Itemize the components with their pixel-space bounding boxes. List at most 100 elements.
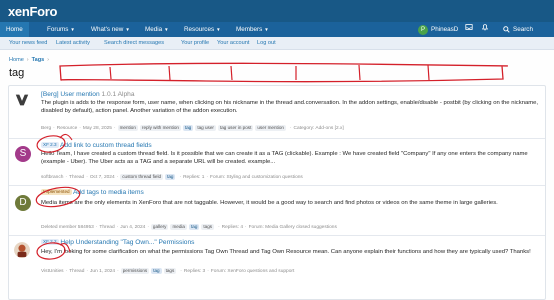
nav-media-label: Media	[145, 26, 163, 33]
result-forum[interactable]: Forum: Styling and customization questio…	[210, 175, 303, 180]
chevron-right-icon: ›	[26, 57, 29, 63]
site-header: xenForo	[0, 0, 554, 22]
nav-media[interactable]: Media ▼	[145, 22, 169, 37]
result-meta: Berg · Resource · May 28, 2025 · mention re…	[41, 125, 344, 131]
result-title-text[interactable]: Add link to custom thread fields	[60, 142, 152, 149]
result-title[interactable]: XF 2.2 Help Understanding "Tag Own..." P…	[41, 239, 194, 246]
result-meta: Deleted member 584953 · Thread · Jun 4, 20…	[41, 224, 337, 230]
tag-chip[interactable]: tags	[163, 268, 177, 274]
result-title[interactable]: [Berg] User mention 1.0.1 Alpha	[41, 91, 134, 98]
result-meta: softbranch · Thread · Oct 7, 2024 · custom …	[41, 174, 303, 180]
nav-whats-new[interactable]: What's new ▼	[91, 22, 130, 37]
post-date: Jun 1, 2024	[90, 268, 116, 274]
subnav-your-account[interactable]: Your account	[217, 37, 249, 50]
avatar[interactable]	[14, 242, 30, 258]
logo-text-main: xenF	[8, 4, 38, 19]
page-title: tag	[9, 67, 25, 79]
result-title[interactable]: XF 2.3 Add link to custom thread fields	[41, 142, 152, 149]
nav-members[interactable]: Members ▼	[236, 22, 269, 37]
nav-members-label: Members	[236, 26, 263, 33]
author-link[interactable]: Berg	[41, 126, 51, 131]
breadcrumb-home[interactable]: Home	[9, 57, 24, 63]
reply-count: Replies: 3	[183, 268, 206, 274]
content-type: Thread	[99, 224, 115, 230]
tag-chip[interactable]: reply with mention	[139, 125, 181, 131]
main-nav: Home Forums ▼ What's new ▼ Media ▼ Resource…	[0, 22, 554, 37]
post-date: Jun 4, 2024	[120, 224, 146, 230]
result-row: XF 2.2 Help Understanding "Tag Own..." P…	[9, 236, 545, 300]
search-icon	[503, 26, 510, 33]
bell-icon[interactable]	[481, 22, 489, 37]
result-title[interactable]: Implemented Add tags to media items	[41, 189, 144, 196]
nav-home[interactable]: Home	[0, 22, 29, 37]
annotation-box	[59, 62, 508, 83]
inbox-icon[interactable]	[465, 22, 473, 37]
result-row: D Implemented Add tags to media items Me…	[9, 186, 545, 236]
result-forum[interactable]: Forum: Media Gallery closed suggestions	[249, 225, 337, 230]
result-row: S XF 2.3 Add link to custom thread field…	[9, 139, 545, 186]
result-title-text[interactable]: Help Understanding "Tag Own..." Permissi…	[60, 239, 194, 246]
author-link[interactable]: Deleted member 584953	[41, 225, 94, 230]
tag-chip[interactable]: tag	[151, 268, 162, 274]
caret-down-icon: ▼	[164, 27, 169, 32]
content-type: Resource	[56, 125, 78, 131]
result-category[interactable]: Category: Add-ons [2.x]	[294, 126, 344, 131]
tag-chip[interactable]: user mention	[255, 125, 286, 131]
tag-chip[interactable]: gallery	[150, 224, 169, 230]
content-type: Thread	[69, 174, 85, 180]
avatar: P	[418, 24, 428, 35]
user-name: PhineasD	[431, 26, 459, 33]
tag-chip[interactable]: tag user	[195, 125, 216, 131]
site-logo[interactable]: xenForo	[8, 4, 58, 19]
content-type: Thread	[69, 268, 85, 274]
chevron-right-icon: ›	[47, 57, 49, 63]
tag-chip[interactable]: tag	[165, 174, 176, 180]
breadcrumb-tags[interactable]: Tags	[32, 57, 45, 63]
result-title-text[interactable]: Add tags to media items	[73, 189, 144, 196]
post-date: May 28, 2025	[82, 125, 112, 131]
tag-chip[interactable]: custom thread field	[120, 174, 164, 180]
search-label: Search	[513, 26, 533, 33]
result-title-text[interactable]: [Berg] User mention	[41, 91, 100, 98]
result-snippet: Media items are the only elements in Xen…	[41, 200, 498, 206]
tag-chip[interactable]: media	[170, 224, 187, 230]
subnav-latest-activity[interactable]: Latest activity	[56, 37, 90, 50]
nav-forums-label: Forums	[47, 26, 69, 33]
result-snippet: Hello Team, I have created a custom thre…	[41, 151, 528, 165]
subnav-log-out[interactable]: Log out	[257, 37, 276, 50]
avatar[interactable]: D	[15, 195, 31, 211]
breadcrumb: Home › Tags ›	[9, 57, 52, 63]
subnav-your-profile[interactable]: Your profile	[181, 37, 209, 50]
tag-chip[interactable]: tag	[188, 224, 200, 230]
subnav-search-dms[interactable]: Search direct messages	[104, 37, 164, 50]
result-forum[interactable]: Forum: XenForo questions and support	[211, 269, 294, 274]
tag-chip[interactable]: tag user in post	[217, 125, 254, 131]
search-button[interactable]: Search	[503, 22, 533, 37]
reply-count: Replies: 4	[221, 224, 244, 230]
resource-icon	[15, 94, 29, 106]
nav-forums[interactable]: Forums ▼	[47, 22, 75, 37]
result-snippet: Hey, I'm looking for some clarification …	[41, 249, 531, 255]
user-menu[interactable]: P PhineasD	[418, 24, 458, 35]
nav-resources-label: Resources	[184, 26, 215, 33]
result-row: [Berg] User mention 1.0.1 Alpha The plug…	[9, 86, 545, 139]
nav-whats-new-label: What's new	[91, 26, 124, 33]
tag-chip[interactable]: tag	[182, 125, 194, 131]
tag-chip[interactable]: mention	[117, 125, 138, 131]
tag-chip[interactable]: tags	[201, 224, 215, 230]
logo-text-rest: oro	[37, 4, 58, 19]
avatar[interactable]: S	[15, 146, 31, 162]
result-version: 1.0.1 Alpha	[101, 91, 135, 98]
subnav-news-feed[interactable]: Your news feed	[9, 37, 47, 50]
caret-down-icon: ▼	[216, 27, 221, 32]
sub-nav: Your news feed Latest activity Search di…	[0, 37, 554, 50]
reply-count: Replies: 1	[183, 174, 205, 180]
author-link[interactable]: softbranch	[41, 175, 63, 180]
author-link[interactable]: VistUnities	[41, 269, 64, 274]
thread-prefix: Implemented	[41, 189, 72, 195]
tag-chip[interactable]: permissions	[120, 268, 150, 274]
thread-prefix: XF 2.3	[41, 142, 59, 148]
thread-prefix: XF 2.2	[41, 239, 59, 245]
nav-resources[interactable]: Resources ▼	[184, 22, 221, 37]
post-date: Oct 7, 2024	[89, 174, 115, 180]
